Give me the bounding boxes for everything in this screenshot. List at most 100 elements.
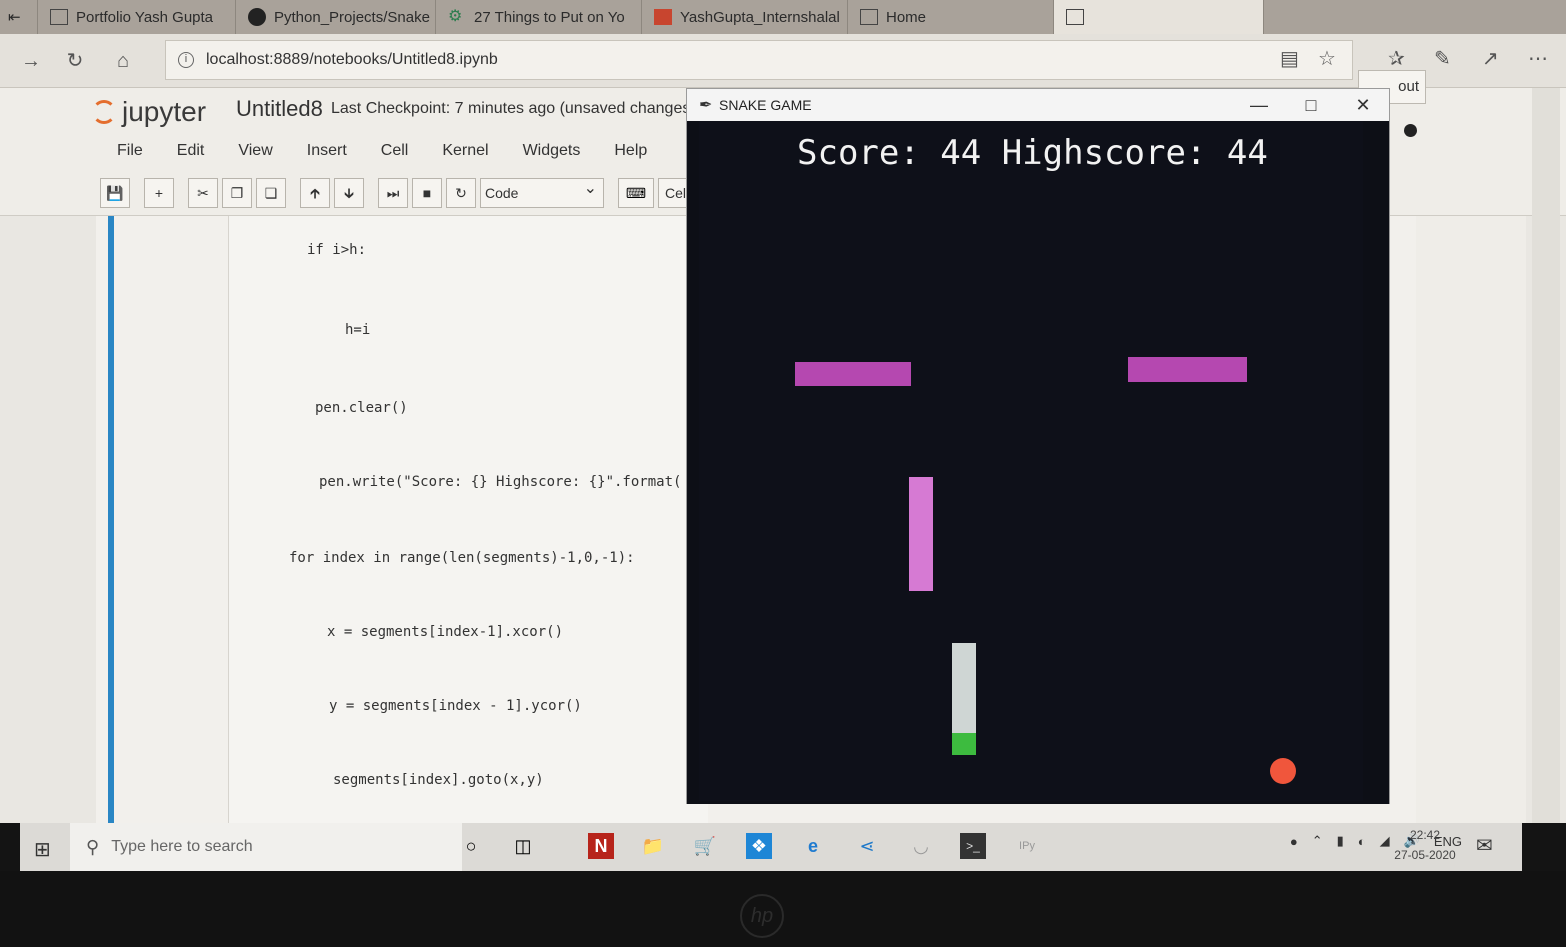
notifications-icon[interactable]: ✉ (1476, 833, 1493, 858)
wifi-icon[interactable]: ◢ (1380, 833, 1390, 849)
code-line: segments[index].goto(x,y) (333, 772, 544, 788)
cut-button[interactable]: ✂ (188, 178, 218, 208)
run-button[interactable]: ⏭ (378, 178, 408, 208)
arrow-right-icon: → (21, 50, 41, 72)
home-icon: ⌂ (116, 50, 130, 72)
vscode-icon[interactable]: ⋖ (854, 833, 880, 859)
close-button[interactable]: ✕ (1339, 89, 1387, 121)
tab-python-projects[interactable]: Python_Projects/Snake (236, 0, 436, 34)
page-icon (50, 9, 68, 25)
browser-tab-strip: ⇤ Portfolio Yash Gupta Python_Projects/S… (0, 0, 1566, 34)
keyboard-icon: ⌨ (625, 185, 647, 201)
code-line: pen.clear() (315, 400, 408, 416)
tab-portfolio[interactable]: Portfolio Yash Gupta (38, 0, 236, 34)
forward-button[interactable]: → (18, 48, 44, 74)
copy-button[interactable]: ❐ (222, 178, 252, 208)
plus-icon: + (154, 185, 164, 201)
refresh-icon: ↻ (66, 50, 84, 72)
menu-view[interactable]: View (221, 134, 289, 168)
tab-active[interactable] (1054, 0, 1264, 34)
chevron-up-icon[interactable]: ⌃ (1312, 833, 1323, 849)
store-icon[interactable]: 🛒 (692, 833, 718, 859)
tab-label: Portfolio Yash Gupta (76, 8, 214, 26)
task-view-icon[interactable]: ◫ (510, 833, 536, 859)
page-icon (860, 9, 878, 25)
cortana-icon[interactable]: ○ (458, 833, 484, 859)
netflix-icon[interactable]: N (588, 833, 614, 859)
edge-browser-icon[interactable]: e (800, 833, 826, 859)
taskbar-search[interactable]: ⚲ Type here to search (70, 823, 462, 871)
interrupt-button[interactable]: ■ (412, 178, 442, 208)
start-button[interactable]: ⊞ (34, 837, 51, 862)
tab-back-button[interactable]: ⇤ (0, 0, 38, 34)
python-app-icon[interactable]: IPy (1014, 833, 1040, 859)
windows-logo-icon: ⊞ (34, 839, 51, 861)
snake-food (1270, 758, 1296, 784)
restart-button[interactable]: ↻ (446, 178, 476, 208)
more-options-icon[interactable]: ⋯ (1528, 46, 1548, 71)
terminal-icon[interactable]: >_ (960, 833, 986, 859)
stop-icon: ■ (422, 185, 432, 201)
command-palette-button[interactable]: ⌨ (618, 178, 654, 208)
favorite-star-icon[interactable]: ☆ (1318, 46, 1336, 71)
game-window-title: SNAKE GAME (719, 97, 812, 113)
step-forward-icon: ⏭ (386, 185, 400, 201)
menu-cell[interactable]: Cell (364, 134, 426, 168)
address-bar[interactable]: i localhost:8889/notebooks/Untitled8.ipy… (165, 40, 1353, 80)
menu-widgets[interactable]: Widgets (506, 134, 598, 168)
tab-internshala[interactable]: YashGupta_Internshalal (642, 0, 848, 34)
selected-cell-indicator (108, 216, 114, 823)
game-titlebar[interactable]: ✒ SNAKE GAME — □ ✕ (687, 89, 1389, 121)
browser-navbar: → ↻ ⌂ i localhost:8889/notebooks/Untitle… (0, 34, 1566, 88)
reading-view-icon[interactable]: ▤ (1280, 46, 1299, 71)
file-explorer-icon[interactable]: 📁 (640, 833, 666, 859)
game-canvas[interactable]: Score: 44 Highscore: 44 (687, 121, 1389, 804)
obstacle-bar-vertical (909, 477, 933, 591)
minimize-button[interactable]: — (1235, 89, 1283, 121)
screen: ⇤ Portfolio Yash Gupta Python_Projects/S… (0, 0, 1566, 947)
paste-button[interactable]: ❏ (256, 178, 286, 208)
snake-game-window: ✒ SNAKE GAME — □ ✕ Score: 44 Highscore: … (686, 88, 1390, 804)
minimize-icon: — (1250, 95, 1268, 115)
cell-type-select[interactable]: Code (480, 175, 604, 208)
notebook-title[interactable]: Untitled8 (236, 96, 323, 122)
gear-icon: ⚙ (448, 8, 463, 25)
menu-help[interactable]: Help (597, 134, 664, 168)
refresh-button[interactable]: ↻ (62, 48, 88, 74)
jupyter-menubar: File Edit View Insert Cell Kernel Widget… (100, 134, 700, 168)
github-icon (248, 8, 266, 26)
maximize-icon: □ (1305, 95, 1317, 115)
menu-file[interactable]: File (100, 134, 160, 168)
favorites-list-icon[interactable]: ✰ (1388, 46, 1405, 71)
battery-icon[interactable]: ▮ (1337, 833, 1344, 849)
menu-insert[interactable]: Insert (290, 134, 364, 168)
tab-home[interactable]: Home (848, 0, 1054, 34)
clock-time: 22:42 (1409, 828, 1441, 842)
insert-cell-button[interactable]: + (144, 178, 174, 208)
dropbox-icon[interactable]: ❖ (746, 833, 772, 859)
move-down-button[interactable]: 🡳 (334, 178, 364, 208)
close-icon: ✕ (1355, 95, 1371, 115)
info-icon: i (178, 52, 194, 68)
network-icon[interactable]: ◐ (1358, 834, 1366, 849)
menu-edit[interactable]: Edit (160, 134, 222, 168)
menu-kernel[interactable]: Kernel (425, 134, 505, 168)
tab-27-things[interactable]: ⚙ 27 Things to Put on Yo (436, 0, 642, 34)
score-display: Score: 44 Highscore: 44 (797, 133, 1268, 173)
scissors-icon: ✂ (197, 185, 209, 201)
people-icon[interactable]: ● (1290, 834, 1298, 849)
code-cell[interactable]: if i>h: h=i pen.clear() pen.write("Score… (228, 216, 708, 823)
save-button[interactable]: 💾 (100, 178, 130, 208)
jupyter-logo[interactable]: jupyter (92, 96, 206, 128)
share-icon[interactable]: ↗ (1482, 46, 1499, 71)
home-button[interactable]: ⌂ (110, 48, 136, 74)
taskbar-clock[interactable]: 22:42 27-05-2020 (1390, 825, 1460, 865)
obstacle-bar-left (795, 362, 911, 386)
jupyter-brand: jupyter (122, 96, 207, 127)
page-scrollbar[interactable] (1532, 88, 1560, 823)
snake-body (952, 643, 976, 735)
move-up-button[interactable]: 🡱 (300, 178, 330, 208)
pen-icon[interactable]: ✎ (1434, 46, 1451, 71)
maximize-button[interactable]: □ (1287, 89, 1335, 121)
loading-icon[interactable]: ◡ (908, 833, 934, 859)
